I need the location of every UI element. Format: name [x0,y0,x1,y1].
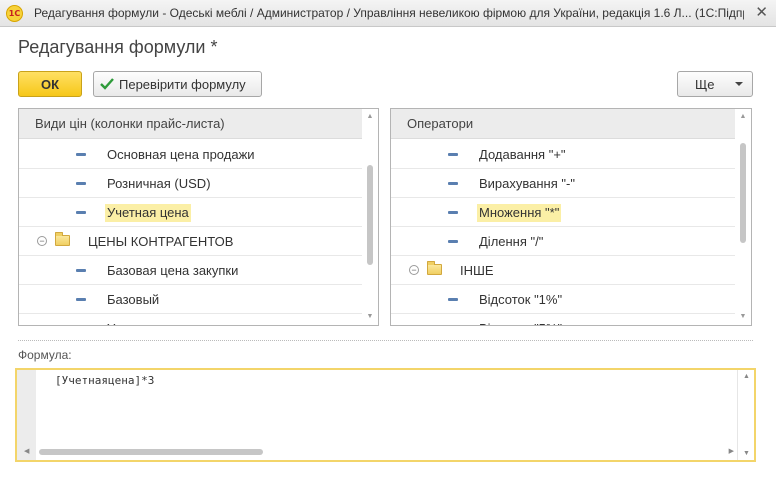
list-item-icon [76,153,86,156]
price-types-scrollbar[interactable]: ▲ ▼ [362,109,378,325]
editor-scroll-thumb[interactable] [39,449,263,455]
tree-item-label: Базовый [107,292,160,307]
operators-header: Оператори [391,109,736,139]
check-formula-button[interactable]: Перевірити формулу [93,71,262,97]
scroll-right-icon[interactable]: ▶ [729,447,734,455]
list-item-icon [448,211,458,214]
page-title: Редагування формули * [18,37,218,57]
tree-item-row[interactable]: Вирахування "-" [391,169,736,198]
list-item-icon [448,298,458,301]
folder-icon [427,261,442,275]
tree-group-row[interactable]: − ІНШЕ [391,256,736,285]
tree-group-row[interactable]: − ЦЕНЫ КОНТРАГЕНТОВ [19,227,363,256]
scroll-down-icon[interactable]: ▼ [742,450,751,457]
tree-item-row[interactable]: Додавання "+" [391,140,736,169]
folder-icon [55,232,70,246]
price-types-scroll-thumb[interactable] [367,165,373,265]
list-item-icon [448,240,458,243]
tree-item-label: Основная цена продажи [107,147,255,162]
formula-editor[interactable]: [Учетнаяцена]*3 ▲ ▼ ◀ ▶ [15,368,756,462]
scroll-up-icon[interactable]: ▲ [739,113,747,121]
tree-item-row[interactable]: Ділення "/" [391,227,736,256]
formula-caption: Формула: [18,348,72,362]
tree-item-label: Уч... [105,320,135,325]
operators-tree[interactable]: Оператори Додавання "+" Вирахування "-" Мн… [390,108,752,326]
tree-item-label: Ділення "/" [479,234,544,249]
list-item-icon [76,269,86,272]
price-types-header: Види цін (колонки прайс-листа) [19,109,363,139]
tree-item-label: Додавання "+" [479,147,566,162]
list-item-icon [448,153,458,156]
list-item-icon [76,182,86,185]
tree-group-label: ЦЕНЫ КОНТРАГЕНТОВ [88,234,234,249]
tree-item-row[interactable]: Відсоток "5%" [391,314,736,325]
tree-item-row[interactable]: Відсоток "1%" [391,285,736,314]
check-formula-label: Перевірити формулу [119,76,246,92]
tree-item-row[interactable]: Базовый [19,285,363,314]
tree-item-label: Вирахування "-" [479,176,575,191]
list-item-icon [76,211,86,214]
app-logo-icon: 1С [6,5,23,22]
editor-horizontal-scrollbar[interactable]: ◀ ▶ [17,443,739,460]
tree-item-label: Розничная (USD) [107,176,211,191]
more-menu-label: Ще [695,76,715,92]
tree-item-row[interactable]: Базовая цена закупки [19,256,363,285]
scroll-up-icon[interactable]: ▲ [366,113,374,121]
list-item-icon [448,182,458,185]
collapse-icon[interactable]: − [37,236,47,246]
tree-item-row[interactable]: Множення "*" [391,198,736,227]
scroll-left-icon[interactable]: ◀ [24,447,29,455]
window-titlebar: 1С Редагування формули - Одеські меблі /… [0,0,776,27]
tree-item-label: Базовая цена закупки [107,263,239,278]
scroll-down-icon[interactable]: ▼ [366,313,374,321]
checkmark-icon [100,78,114,90]
list-item-icon [76,298,86,301]
scroll-down-icon[interactable]: ▼ [739,313,747,321]
tree-item-label: Відсоток "1%" [479,292,563,307]
collapse-icon[interactable]: − [409,265,419,275]
tree-item-row[interactable]: Учетная цена [19,198,363,227]
operators-scrollbar[interactable]: ▲ ▼ [735,109,751,325]
ok-button[interactable]: ОК [18,71,82,97]
tree-item-label: Множення "*" [477,204,562,222]
tree-item-label: Учетная цена [105,204,191,222]
scroll-up-icon[interactable]: ▲ [742,373,751,380]
tree-item-label: Відсоток "5%" [477,320,564,325]
chevron-down-icon [735,82,743,86]
operators-scroll-thumb[interactable] [740,143,746,243]
price-types-tree[interactable]: Види цін (колонки прайс-листа) Основная … [18,108,379,326]
tree-group-label: ІНШЕ [460,263,494,278]
editor-vertical-scrollbar[interactable]: ▲ ▼ [737,370,754,460]
close-icon[interactable]: ✕ [755,3,768,23]
window-title: Редагування формули - Одеські меблі / Ад… [34,6,744,20]
tree-item-row[interactable]: Основная цена продажи [19,140,363,169]
formula-text[interactable]: [Учетнаяцена]*3 [55,374,154,387]
more-menu-button[interactable]: Ще [677,71,753,97]
divider [18,340,753,341]
tree-item-row[interactable]: Розничная (USD) [19,169,363,198]
tree-item-row[interactable]: Уч... [19,314,363,325]
